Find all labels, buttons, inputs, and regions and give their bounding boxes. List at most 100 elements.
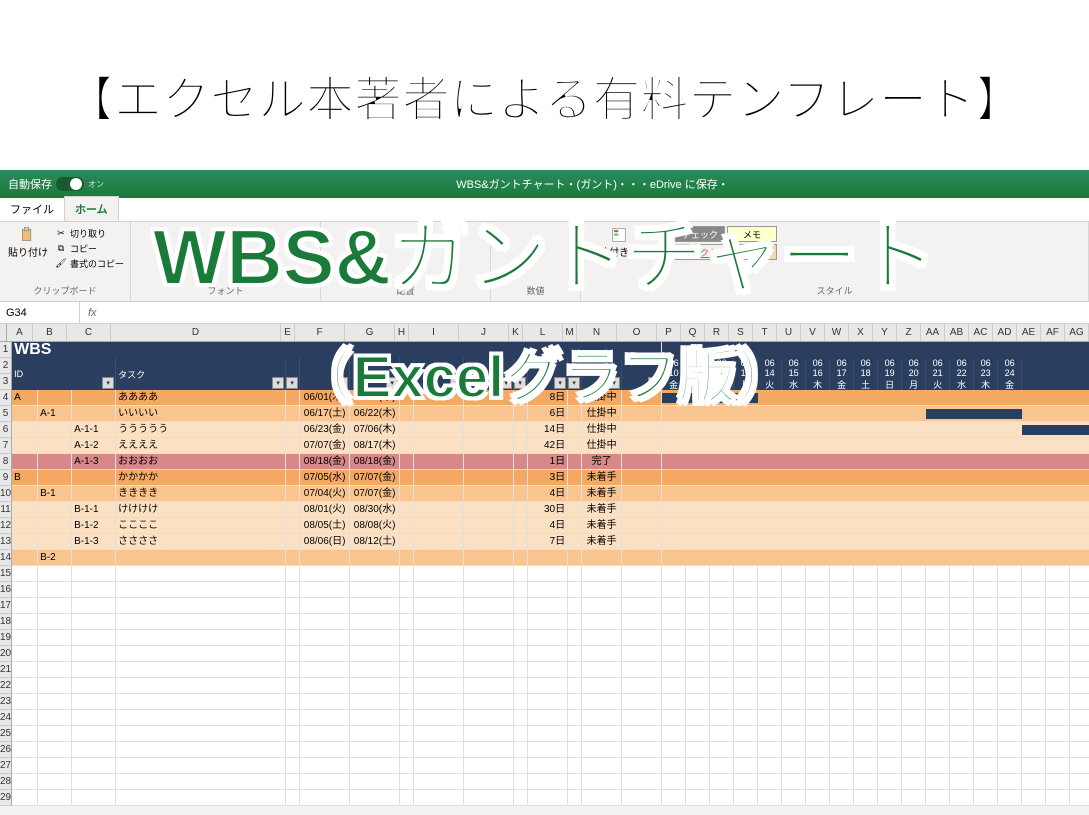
col-header-AE[interactable]: AE [1017, 324, 1041, 341]
col-header-AD[interactable]: AD [993, 324, 1017, 341]
select-all-corner[interactable] [0, 324, 7, 341]
row-num-5[interactable]: 5 [0, 406, 12, 422]
empty-row[interactable] [12, 662, 1089, 678]
filter-arrow[interactable]: ▾ [272, 377, 284, 389]
table-row[interactable]: B-1-2ここここ08/05(土)08/08(火)4日未着手 [12, 518, 1089, 534]
col-header-E[interactable]: E [281, 324, 295, 341]
row-num-7[interactable]: 7 [0, 438, 12, 454]
overlay-title-line3: （Excelグラフ版） [295, 330, 795, 414]
copy-icon: ⧉ [54, 241, 68, 255]
empty-row[interactable] [12, 694, 1089, 710]
copy-button[interactable]: ⧉コピー [54, 241, 124, 255]
name-box[interactable]: G34 [0, 302, 80, 323]
table-row[interactable]: Bかかかか07/05(水)07/07(金)3日未着手 [12, 470, 1089, 486]
col-header-B[interactable]: B [33, 324, 67, 341]
row-num-22[interactable]: 22 [0, 678, 12, 694]
col-header-W[interactable]: W [825, 324, 849, 341]
cut-button[interactable]: ✂切り取り [54, 226, 124, 240]
row-num-19[interactable]: 19 [0, 630, 12, 646]
col-header-AA[interactable]: AA [921, 324, 945, 341]
fx-label: fx [80, 307, 105, 319]
filter-arrow[interactable]: ▾ [102, 377, 114, 389]
row-num-6[interactable]: 6 [0, 422, 12, 438]
empty-row[interactable] [12, 566, 1089, 582]
toggle-icon[interactable] [56, 177, 84, 191]
autosave-label: 自動保存 [8, 176, 52, 192]
col-header-C[interactable]: C [67, 324, 111, 341]
format-painter-button[interactable]: 🖌書式のコピー [54, 256, 124, 270]
empty-row[interactable] [12, 710, 1089, 726]
row-num-15[interactable]: 15 [0, 566, 12, 582]
empty-row[interactable] [12, 630, 1089, 646]
empty-row[interactable] [12, 646, 1089, 662]
col-header-AF[interactable]: AF [1041, 324, 1065, 341]
row-num-20[interactable]: 20 [0, 646, 12, 662]
empty-row[interactable] [12, 726, 1089, 742]
table-row[interactable]: B-1-1けけけけ08/01(火)08/30(水)30日未着手 [12, 502, 1089, 518]
col-header-V[interactable]: V [801, 324, 825, 341]
titlebar: 自動保存 オン WBS&ガントチャート・(ガント)・・・eDrive に保存・ [0, 170, 1089, 198]
paste-label: 貼り付け [8, 244, 48, 259]
gantt-bar [1022, 425, 1089, 435]
empty-row[interactable] [12, 758, 1089, 774]
overlay-title-line1: 【エクセル本著者による有料テンプレート】 [66, 60, 1023, 130]
autosave-toggle[interactable]: 自動保存 オン [8, 176, 104, 192]
empty-row[interactable] [12, 742, 1089, 758]
row-num-23[interactable]: 23 [0, 694, 12, 710]
row-num-29[interactable]: 29 [0, 790, 12, 806]
table-row[interactable]: A-1-2ええええ07/07(金)08/17(木)42日仕掛中 [12, 438, 1089, 454]
paste-button[interactable]: 貼り付け [6, 226, 50, 261]
row-num-9[interactable]: 9 [0, 470, 12, 486]
col-header-Z[interactable]: Z [897, 324, 921, 341]
row-num-8[interactable]: 8 [0, 454, 12, 470]
row-num-2[interactable]: 2 [0, 358, 12, 374]
paste-icon [21, 228, 35, 242]
tab-home[interactable]: ホーム [64, 196, 119, 221]
window-title: WBS&ガントチャート・(ガント)・・・eDrive に保存・ [104, 176, 1081, 192]
scissors-icon: ✂ [54, 226, 68, 240]
col-header-AG[interactable]: AG [1065, 324, 1089, 341]
col-header-A[interactable]: A [7, 324, 33, 341]
col-header-Y[interactable]: Y [873, 324, 897, 341]
row-num-12[interactable]: 12 [0, 518, 12, 534]
clipboard-group-title: クリップボード [6, 284, 124, 297]
brush-icon: 🖌 [54, 256, 68, 270]
row-num-13[interactable]: 13 [0, 534, 12, 550]
row-num-26[interactable]: 26 [0, 742, 12, 758]
row-num-21[interactable]: 21 [0, 662, 12, 678]
autosave-on-label: オン [88, 179, 104, 190]
col-header-AB[interactable]: AB [945, 324, 969, 341]
ribbon-group-clipboard: 貼り付け ✂切り取り ⧉コピー 🖌書式のコピー クリップボード [0, 222, 131, 301]
row-num-10[interactable]: 10 [0, 486, 12, 502]
table-row[interactable]: B-1きききき07/04(火)07/07(金)4日未着手 [12, 486, 1089, 502]
row-num-18[interactable]: 18 [0, 614, 12, 630]
table-row[interactable]: A-1-3おおおお08/18(金)08/18(金)1日完了 [12, 454, 1089, 470]
row-num-17[interactable]: 17 [0, 598, 12, 614]
tab-file[interactable]: ファイル [0, 197, 64, 221]
overlay-title-line2: WBS&ガントチャート [153, 195, 937, 307]
col-header-AC[interactable]: AC [969, 324, 993, 341]
row-num-28[interactable]: 28 [0, 774, 12, 790]
row-num-16[interactable]: 16 [0, 582, 12, 598]
empty-row[interactable] [12, 582, 1089, 598]
row-num-14[interactable]: 14 [0, 550, 12, 566]
table-row[interactable]: B-2 [12, 550, 1089, 566]
row-num-3[interactable]: 3 [0, 374, 12, 390]
table-row[interactable]: B-1-3ささささ08/06(日)08/12(土)7日未着手 [12, 534, 1089, 550]
row-num-25[interactable]: 25 [0, 726, 12, 742]
empty-row[interactable] [12, 790, 1089, 806]
row-num-11[interactable]: 11 [0, 502, 12, 518]
row-num-27[interactable]: 27 [0, 758, 12, 774]
row-numbers: 1234567891011121314151617181920212223242… [0, 342, 12, 806]
col-header-D[interactable]: D [111, 324, 281, 341]
gantt-bar [926, 409, 1022, 419]
row-num-4[interactable]: 4 [0, 390, 12, 406]
table-row[interactable]: A-1-1ううううう06/23(金)07/06(木)14日仕掛中 [12, 422, 1089, 438]
col-header-X[interactable]: X [849, 324, 873, 341]
empty-row[interactable] [12, 598, 1089, 614]
row-num-24[interactable]: 24 [0, 710, 12, 726]
empty-row[interactable] [12, 614, 1089, 630]
row-num-1[interactable]: 1 [0, 342, 12, 358]
empty-row[interactable] [12, 678, 1089, 694]
empty-row[interactable] [12, 774, 1089, 790]
